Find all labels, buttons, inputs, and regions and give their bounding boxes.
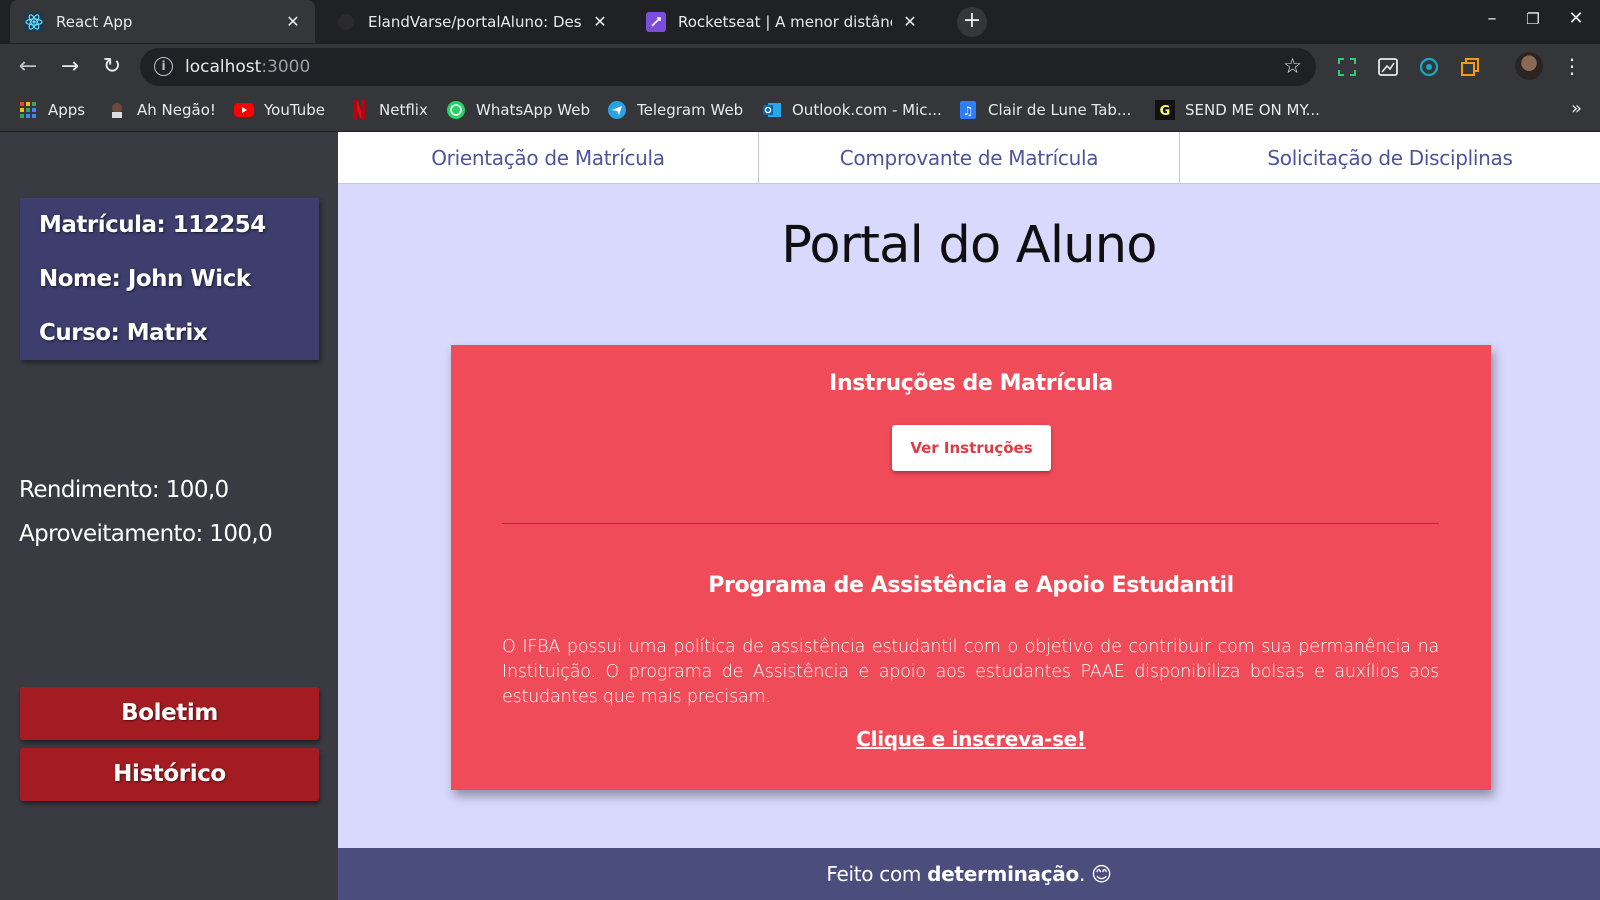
close-tab-icon[interactable]: ✕ <box>900 12 920 31</box>
whatsapp-icon <box>446 100 466 120</box>
nav-solicitacao-disciplinas[interactable]: Solicitação de Disciplinas <box>1180 132 1600 183</box>
telegram-icon <box>607 100 627 120</box>
info-card: Instruções de Matrícula Ver Instruções P… <box>451 345 1491 790</box>
tab-github[interactable]: ElandVarse/portalAluno: Design ✕ <box>322 0 622 43</box>
program-description: O IFBA possui uma política de assistênci… <box>502 637 1439 707</box>
footer: Feito com determinação. 😊 <box>338 848 1600 900</box>
vpn-extension-icon[interactable] <box>1418 56 1440 78</box>
browser-menu-icon[interactable]: ⋮ <box>1562 54 1582 78</box>
more-bookmarks-icon[interactable]: » <box>1571 98 1582 119</box>
tab-title: Rocketseat | A menor distância <box>678 12 892 31</box>
music-sheet-icon: ♫ <box>958 100 978 120</box>
image-extension-icon[interactable] <box>1377 56 1399 78</box>
profile-avatar[interactable] <box>1515 52 1543 80</box>
screenshot-extension-icon[interactable] <box>1336 56 1358 78</box>
signup-link-container: Clique e inscreva-se! <box>451 727 1491 751</box>
forward-icon[interactable]: → <box>56 53 84 81</box>
tab-manager-extension-icon[interactable] <box>1459 56 1481 78</box>
tab-react-app[interactable]: React App ✕ <box>10 0 315 43</box>
boletim-button[interactable]: Boletim <box>20 687 319 740</box>
netflix-icon <box>349 100 369 120</box>
browser-toolbar: ← → ↻ i localhost:3000 ☆ ⋮ <box>0 44 1600 90</box>
bookmark-whatsapp[interactable]: WhatsApp Web <box>446 100 590 120</box>
bookmark-youtube[interactable]: YouTube <box>234 100 325 120</box>
signup-link[interactable]: Clique e inscreva-se! <box>856 727 1086 751</box>
section-divider <box>502 523 1439 524</box>
minimize-icon[interactable]: – <box>1477 8 1507 29</box>
page-title: Portal do Aluno <box>781 216 1157 275</box>
student-matricula: Matrícula: 112254 <box>39 212 266 238</box>
ah-negao-icon <box>107 100 127 120</box>
svg-text:G: G <box>1160 104 1171 119</box>
sidebar: Matrícula: 112254 Nome: John Wick Curso:… <box>0 132 338 900</box>
nav-comprovante-matricula[interactable]: Comprovante de Matrícula <box>759 132 1180 183</box>
bookmark-apps[interactable]: Apps <box>18 100 85 120</box>
close-tab-icon[interactable]: ✕ <box>590 12 610 31</box>
close-tab-icon[interactable]: ✕ <box>283 12 303 31</box>
tab-title: ElandVarse/portalAluno: Design <box>368 12 582 31</box>
footer-emphasis: determinação <box>927 862 1079 886</box>
bookmark-ah-negao[interactable]: Ah Negão! <box>107 100 216 120</box>
back-icon[interactable]: ← <box>14 53 42 81</box>
instructions-heading: Instruções de Matrícula <box>829 371 1113 396</box>
address-bar[interactable]: i localhost:3000 ☆ <box>140 48 1316 86</box>
page-viewport: Matrícula: 112254 Nome: John Wick Curso:… <box>0 132 1600 900</box>
bookmark-star-icon[interactable]: ☆ <box>1283 54 1302 78</box>
reload-icon[interactable]: ↻ <box>98 53 126 81</box>
footer-suffix: . 😊 <box>1078 862 1112 886</box>
restore-icon[interactable]: ❐ <box>1518 10 1548 28</box>
rendimento-value: Rendimento: 100,0 <box>19 477 229 503</box>
youtube-icon <box>234 100 254 120</box>
bookmark-genius[interactable]: G SEND ME ON MY... <box>1155 100 1320 120</box>
browser-tabstrip: React App ✕ ElandVarse/portalAluno: Desi… <box>0 0 1600 44</box>
github-icon <box>336 12 356 32</box>
bookmark-outlook[interactable]: Outlook.com - Mic... <box>762 100 942 120</box>
genius-icon: G <box>1155 100 1175 120</box>
main-content: Orientação de Matrícula Comprovante de M… <box>338 132 1600 900</box>
top-navigation: Orientação de Matrícula Comprovante de M… <box>338 132 1600 184</box>
student-curso: Curso: Matrix <box>39 320 208 346</box>
historico-button[interactable]: Histórico <box>20 748 319 801</box>
close-window-icon[interactable]: ✕ <box>1561 8 1591 29</box>
site-info-icon[interactable]: i <box>154 57 173 76</box>
tab-rocketseat[interactable]: Rocketseat | A menor distância ✕ <box>632 0 932 43</box>
student-info-card: Matrícula: 112254 Nome: John Wick Curso:… <box>20 198 319 360</box>
react-icon <box>24 11 44 32</box>
outlook-icon <box>762 100 782 120</box>
apps-grid-icon <box>18 100 38 120</box>
rocketseat-icon <box>646 11 666 32</box>
bookmark-telegram[interactable]: Telegram Web <box>607 100 743 120</box>
nav-orientacao-matricula[interactable]: Orientação de Matrícula <box>338 132 759 183</box>
url-text: localhost:3000 <box>185 57 311 77</box>
bookmark-clair-de-lune[interactable]: ♫ Clair de Lune Tab... <box>958 100 1131 120</box>
new-tab-button[interactable]: + <box>957 7 987 37</box>
bookmarks-bar: Apps Ah Negão! YouTube Netflix WhatsApp … <box>0 90 1600 132</box>
tab-title: React App <box>56 12 133 31</box>
footer-prefix: Feito com <box>826 862 928 886</box>
bookmark-netflix[interactable]: Netflix <box>349 100 428 120</box>
student-nome: Nome: John Wick <box>39 266 251 292</box>
program-heading: Programa de Assistência e Apoio Estudant… <box>708 573 1234 598</box>
svg-text:♫: ♫ <box>963 104 974 118</box>
ver-instrucoes-button[interactable]: Ver Instruções <box>892 425 1051 471</box>
aproveitamento-value: Aproveitamento: 100,0 <box>19 521 273 547</box>
